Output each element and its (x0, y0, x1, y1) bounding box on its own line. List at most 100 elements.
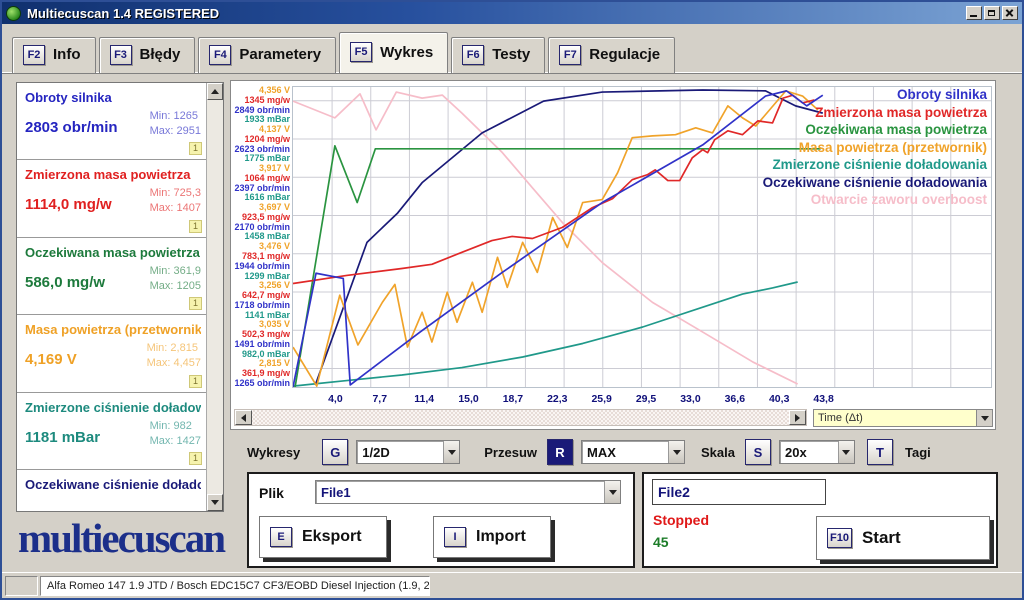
skala-key-button[interactable]: S (745, 439, 771, 465)
parameter-badge: 1 (189, 375, 202, 388)
skala-select[interactable]: 20x (779, 440, 855, 464)
chart-controls: Wykresy G 1/2D Przesuw R MAX Skala S 20x… (247, 438, 931, 466)
tab-regulacje[interactable]: F7Regulacje (548, 37, 675, 73)
close-button[interactable] (1002, 6, 1018, 20)
wykresy-key-button[interactable]: G (322, 439, 348, 465)
tagi-label: Tagi (905, 445, 931, 460)
chart-panel: 4,356 V1345 mg/w2849 obr/min1933 mBar4,1… (230, 80, 996, 430)
y-axis-label: 1141 mBar (231, 311, 290, 320)
dropdown-button[interactable] (668, 441, 684, 463)
session-file-input[interactable]: File2 (652, 479, 826, 505)
dropdown-button[interactable] (443, 441, 459, 463)
tab-label: Parametery (239, 46, 321, 63)
wykresy-select[interactable]: 1/2D (356, 440, 460, 464)
dropdown-button[interactable] (976, 410, 992, 426)
minimize-icon (970, 15, 977, 17)
parameter-badge: 1 (189, 452, 202, 465)
przesuw-key-button[interactable]: R (547, 439, 573, 465)
tab-parametery[interactable]: F4Parametery (198, 37, 336, 73)
scroll-down-button[interactable] (207, 494, 223, 511)
parameter-row[interactable]: Oczekiwana masa powietrza586,0 mg/wMin: … (17, 238, 223, 315)
series-oczekiwane-ciśnienie-doładowania (315, 90, 822, 385)
session-panel: File2 Stopped 45 F10 Start (642, 472, 998, 568)
tab-info[interactable]: F2Info (12, 37, 96, 73)
parameter-row[interactable]: Oczekiwane ciśnienie doładowania (17, 470, 223, 512)
export-button-label: Eksport (302, 528, 362, 546)
plik-label: Plik (259, 485, 284, 501)
import-key-icon: I (444, 527, 466, 547)
y-axis-label: 4,356 V (231, 86, 290, 95)
import-button[interactable]: I Import (433, 516, 551, 558)
scroll-left-button[interactable] (235, 410, 252, 425)
tab-bar: F2InfoF3BłędyF4ParameteryF5WykresF6Testy… (12, 33, 678, 73)
parameter-row[interactable]: Masa powietrza (przetwornik)4,169 VMin: … (17, 315, 223, 392)
chevron-down-icon (673, 450, 681, 455)
tab-key-icon: F3 (110, 45, 132, 65)
scroll-right-button[interactable] (789, 410, 806, 425)
y-axis-label: 4,137 V (231, 125, 290, 134)
arrow-left-icon (241, 414, 246, 422)
multiecuscan-logo: multiecuscan (18, 514, 224, 562)
y-axis-label: 1616 mBar (231, 193, 290, 202)
y-axis-label: 1265 obr/min (231, 379, 290, 388)
start-button[interactable]: F10 Start (816, 516, 990, 560)
import-button-label: Import (476, 528, 526, 546)
minimize-button[interactable] (966, 6, 982, 20)
y-axis-label: 361,9 mg/w (231, 369, 290, 378)
przesuw-select[interactable]: MAX (581, 440, 685, 464)
arrow-right-icon (795, 414, 800, 422)
tab-błędy[interactable]: F3Błędy (99, 37, 196, 73)
chevron-down-icon (842, 450, 850, 455)
x-axis-tick: 29,5 (636, 393, 656, 405)
tagi-key-button[interactable]: T (867, 439, 893, 465)
parameter-name: Zmierzona masa powietrza (25, 167, 201, 182)
chevron-down-icon (448, 450, 456, 455)
parameter-row[interactable]: Zmierzona masa powietrza1114,0 mg/wMin: … (17, 160, 223, 237)
tab-label: Regulacje (589, 46, 660, 63)
wykresy-select-value: 1/2D (357, 445, 443, 460)
scroll-up-button[interactable] (207, 83, 223, 100)
start-key-icon: F10 (827, 528, 852, 548)
chart-legend: Obroty silnikaZmierzona masa powietrzaOc… (763, 86, 987, 209)
legend-item: Oczekiwana masa powietrza (763, 121, 987, 139)
file-select[interactable]: File1 (315, 480, 621, 504)
x-axis-ticks: 4,07,711,415,018,722,325,929,533,036,640… (292, 393, 992, 407)
skala-select-value: 20x (780, 445, 838, 460)
window-title: Multiecuscan 1.4 REGISTERED (27, 6, 966, 21)
legend-item: Zmierzona masa powietrza (763, 104, 987, 122)
x-axis-source-select[interactable]: Time (Δt) (813, 409, 993, 427)
parameter-sidebar: Obroty silnika2803 obr/minMin: 1265Max: … (16, 82, 224, 512)
sidebar-scrollbar[interactable] (206, 83, 223, 511)
tab-label: Wykres (380, 44, 433, 61)
dropdown-button[interactable] (604, 481, 620, 503)
wykresy-label: Wykresy (247, 445, 300, 460)
x-axis-tick: 25,9 (591, 393, 611, 405)
przesuw-select-value: MAX (582, 445, 668, 460)
tab-key-icon: F6 (462, 45, 484, 65)
tab-testy[interactable]: F6Testy (451, 37, 545, 73)
y-axis-label: 2623 obr/min (231, 145, 290, 154)
y-axis-label: 1299 mBar (231, 272, 290, 281)
y-axis-label: 3,697 V (231, 203, 290, 212)
tab-label: Info (53, 46, 81, 63)
parameter-minmax: Min: 2,815Max: 4,457 (147, 341, 201, 371)
y-axis-label: 3,256 V (231, 281, 290, 290)
parameter-badge: 1 (189, 142, 202, 155)
title-bar: Multiecuscan 1.4 REGISTERED (2, 2, 1022, 24)
y-axis-label: 1345 mg/w (231, 96, 290, 105)
restore-button[interactable] (984, 6, 1000, 20)
parameter-row[interactable]: Zmierzone ciśnienie doładowania1181 mBar… (17, 393, 223, 470)
parameter-name: Oczekiwana masa powietrza (25, 245, 201, 260)
file-select-value: File1 (316, 485, 604, 500)
parameter-row[interactable]: Obroty silnika2803 obr/minMin: 1265Max: … (17, 83, 223, 160)
file-panel: Plik File1 E Eksport I Import (247, 472, 635, 568)
export-button[interactable]: E Eksport (259, 516, 387, 558)
parameter-badge: 1 (189, 220, 202, 233)
y-axis-label: 1204 mg/w (231, 135, 290, 144)
dropdown-button[interactable] (838, 441, 854, 463)
tab-wykres[interactable]: F5Wykres (339, 32, 448, 73)
y-axis-label: 1944 obr/min (231, 262, 290, 271)
chart-horizontal-scrollbar[interactable] (234, 409, 807, 426)
chevron-down-icon (981, 416, 989, 421)
x-axis-tick: 7,7 (372, 393, 387, 405)
